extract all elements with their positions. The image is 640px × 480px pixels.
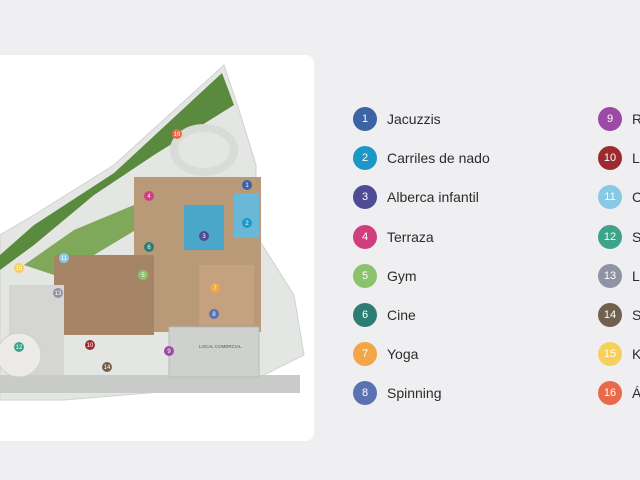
legend-badge: 7 xyxy=(353,342,377,366)
map-marker-15: 15 xyxy=(16,266,23,272)
legend-item-16: 16 Á xyxy=(598,380,640,406)
legend-item-3: 3 Alberca infantil xyxy=(353,184,479,210)
map-marker-11: 11 xyxy=(61,256,68,262)
legend-item-1: 1 Jacuzzis xyxy=(353,106,441,132)
legend-badge: 2 xyxy=(353,146,377,170)
legend-label: Á xyxy=(632,385,640,401)
legend-badge: 9 xyxy=(598,107,622,131)
map-marker-16: 16 xyxy=(174,132,181,138)
legend-label: Gym xyxy=(387,268,417,284)
legend-label: Alberca infantil xyxy=(387,189,479,205)
legend-label: S xyxy=(632,307,640,323)
legend-item-15: 15 K xyxy=(598,341,640,367)
legend-badge: 15 xyxy=(598,342,622,366)
site-plan-map[interactable]: LOCAL COMERCIAL 1 2 3 4 5 6 7 8 9 10 11 … xyxy=(0,55,314,441)
legend-badge: 13 xyxy=(598,264,622,288)
legend-label: Terraza xyxy=(387,229,434,245)
map-marker-14: 14 xyxy=(104,365,111,371)
legend-item-8: 8 Spinning xyxy=(353,380,442,406)
legend-badge: 1 xyxy=(353,107,377,131)
legend-item-7: 7 Yoga xyxy=(353,341,418,367)
legend-label: L xyxy=(632,150,640,166)
site-plan-illustration: LOCAL COMERCIAL 1 2 3 4 5 6 7 8 9 10 11 … xyxy=(0,64,305,401)
legend-label: K xyxy=(632,346,640,362)
map-marker-12: 12 xyxy=(16,345,23,351)
legend-label: Yoga xyxy=(387,346,419,362)
legend-label: Spinning xyxy=(387,385,442,401)
legend-label: C xyxy=(632,189,640,205)
legend-badge: 5 xyxy=(353,264,377,288)
legend-item-9: 9 R xyxy=(598,106,640,132)
legend-label: Cine xyxy=(387,307,416,323)
legend-badge: 14 xyxy=(598,303,622,327)
legend-item-10: 10 L xyxy=(598,145,640,171)
legend-item-5: 5 Gym xyxy=(353,263,417,289)
legend-badge: 12 xyxy=(598,225,622,249)
legend-label: Jacuzzis xyxy=(387,111,441,127)
legend-label: Carriles de nado xyxy=(387,150,490,166)
local-comercial-label: LOCAL COMERCIAL xyxy=(199,344,242,349)
legend-badge: 8 xyxy=(353,381,377,405)
legend-item-4: 4 Terraza xyxy=(353,224,434,250)
map-marker-10: 10 xyxy=(87,343,94,349)
legend-item-14: 14 S xyxy=(598,302,640,328)
legend-label: R xyxy=(632,111,640,127)
legend-label: S xyxy=(632,229,640,245)
legend-item-2: 2 Carriles de nado xyxy=(353,145,490,171)
legend-badge: 6 xyxy=(353,303,377,327)
legend-badge: 10 xyxy=(598,146,622,170)
legend-item-6: 6 Cine xyxy=(353,302,416,328)
map-marker-13: 13 xyxy=(55,291,62,297)
legend-item-12: 12 S xyxy=(598,224,640,250)
legend-badge: 3 xyxy=(353,185,377,209)
legend-item-13: 13 L xyxy=(598,263,640,289)
legend-badge: 4 xyxy=(353,225,377,249)
legend-badge: 11 xyxy=(598,185,622,209)
legend-item-11: 11 C xyxy=(598,184,640,210)
legend-badge: 16 xyxy=(598,381,622,405)
legend-label: L xyxy=(632,268,640,284)
